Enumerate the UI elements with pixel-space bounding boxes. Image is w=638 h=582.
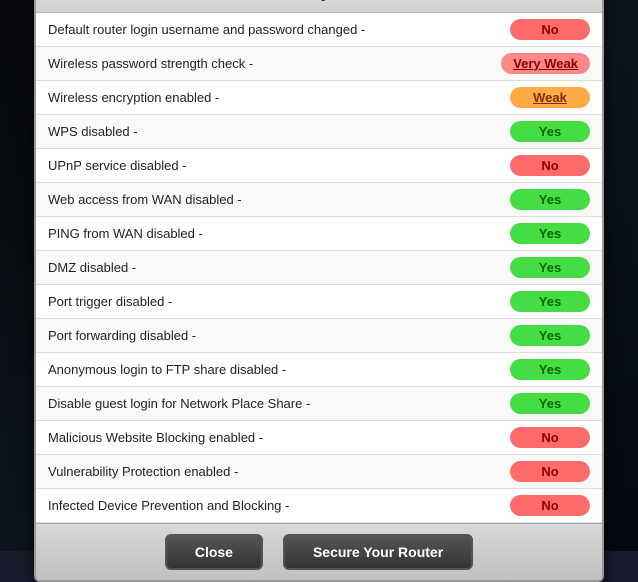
modal-header: Router Security Assessment [36,0,602,13]
status-badge: Yes [510,359,590,380]
status-badge: No [510,19,590,40]
row-label: WPS disabled - [48,124,138,139]
row-label: Port trigger disabled - [48,294,172,309]
assessment-table: Default router login username and passwo… [36,13,602,523]
table-row: PING from WAN disabled - Yes [36,217,602,251]
table-row: Vulnerability Protection enabled - No [36,455,602,489]
modal-title: Router Security Assessment [52,0,586,2]
row-label: Wireless password strength check - [48,56,253,71]
modal-footer: Close Secure Your Router [36,523,602,580]
status-badge: No [510,461,590,482]
row-label: DMZ disabled - [48,260,136,275]
status-badge: Yes [510,257,590,278]
row-label: PING from WAN disabled - [48,226,203,241]
row-label: Malicious Website Blocking enabled - [48,430,263,445]
row-label: Default router login username and passwo… [48,22,365,37]
table-row: Anonymous login to FTP share disabled - Y… [36,353,602,387]
status-badge: No [510,427,590,448]
table-row: Infected Device Prevention and Blocking … [36,489,602,523]
row-label: Infected Device Prevention and Blocking … [48,498,289,513]
status-badge: Yes [510,189,590,210]
status-badge: Yes [510,223,590,244]
table-row: Port forwarding disabled - Yes [36,319,602,353]
status-badge: Yes [510,121,590,142]
status-badge: No [510,155,590,176]
status-badge: Yes [510,393,590,414]
status-badge: Yes [510,291,590,312]
table-row: Disable guest login for Network Place Sh… [36,387,602,421]
status-badge: Yes [510,325,590,346]
row-label: Disable guest login for Network Place Sh… [48,396,310,411]
status-badge: Weak [510,87,590,108]
row-label: Wireless encryption enabled - [48,90,219,105]
table-row: Default router login username and passwo… [36,13,602,47]
row-label: Vulnerability Protection enabled - [48,464,238,479]
status-badge: Very Weak [501,53,590,74]
close-button[interactable]: Close [165,534,263,570]
row-label: Web access from WAN disabled - [48,192,242,207]
router-security-modal: Router Security Assessment Default route… [34,0,604,582]
table-row: UPnP service disabled - No [36,149,602,183]
table-row: Wireless password strength check - Very W… [36,47,602,81]
table-row: DMZ disabled - Yes [36,251,602,285]
table-row: Malicious Website Blocking enabled - No [36,421,602,455]
row-label: Port forwarding disabled - [48,328,196,343]
table-row: Wireless encryption enabled - Weak [36,81,602,115]
table-row: WPS disabled - Yes [36,115,602,149]
row-label: Anonymous login to FTP share disabled - [48,362,286,377]
secure-router-button[interactable]: Secure Your Router [283,534,473,570]
table-row: Port trigger disabled - Yes [36,285,602,319]
row-label: UPnP service disabled - [48,158,187,173]
table-row: Web access from WAN disabled - Yes [36,183,602,217]
status-badge: No [510,495,590,516]
